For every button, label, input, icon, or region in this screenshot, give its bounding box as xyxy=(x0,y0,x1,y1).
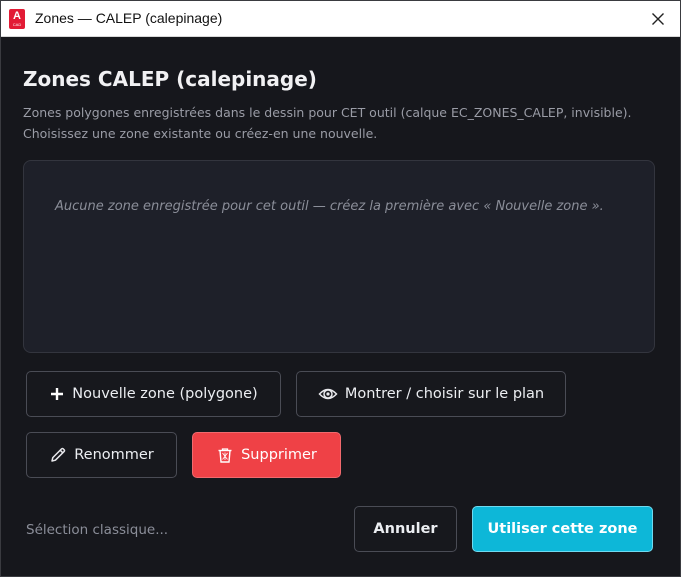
delete-button[interactable]: Supprimer xyxy=(192,432,341,478)
plus-icon xyxy=(49,386,65,402)
new-zone-label: Nouvelle zone (polygone) xyxy=(72,386,258,402)
show-on-plan-label: Montrer / choisir sur le plan xyxy=(344,386,545,402)
rename-button[interactable]: Renommer xyxy=(26,432,177,478)
new-zone-button[interactable]: Nouvelle zone (polygone) xyxy=(26,371,281,417)
pencil-icon xyxy=(49,446,67,464)
trash-icon xyxy=(216,446,234,464)
description-line-2: Choisissez une zone existante ou créez-e… xyxy=(23,126,378,141)
classic-selection-link[interactable]: Sélection classique... xyxy=(26,522,168,538)
target-eye-icon xyxy=(318,386,338,402)
cancel-label: Annuler xyxy=(373,521,438,537)
cancel-button[interactable]: Annuler xyxy=(354,506,457,552)
show-on-plan-button[interactable]: Montrer / choisir sur le plan xyxy=(296,371,566,417)
use-zone-label: Utiliser cette zone xyxy=(487,521,638,537)
title-bar: A CAD Zones — CALEP (calepinage) xyxy=(1,1,680,37)
zone-list[interactable]: Aucune zone enregistrée pour cet outil —… xyxy=(23,160,655,353)
zones-dialog-window: A CAD Zones — CALEP (calepinage) Zones C… xyxy=(0,0,681,577)
app-icon-sub: CAD xyxy=(12,22,22,27)
app-icon-letter: A xyxy=(13,10,21,22)
empty-list-message: Aucune zone enregistrée pour cet outil —… xyxy=(55,199,604,214)
delete-label: Supprimer xyxy=(241,447,317,463)
description-line-1: Zones polygones enregistrées dans le des… xyxy=(23,105,632,120)
close-button[interactable] xyxy=(646,7,670,31)
window-title: Zones — CALEP (calepinage) xyxy=(35,10,223,26)
dialog-heading: Zones CALEP (calepinage) xyxy=(23,67,317,91)
use-zone-button[interactable]: Utiliser cette zone xyxy=(472,506,653,552)
rename-label: Renommer xyxy=(74,447,154,463)
close-icon xyxy=(652,13,664,25)
dialog-description: Zones polygones enregistrées dans le des… xyxy=(23,102,663,144)
autocad-app-icon: A CAD xyxy=(9,9,25,29)
